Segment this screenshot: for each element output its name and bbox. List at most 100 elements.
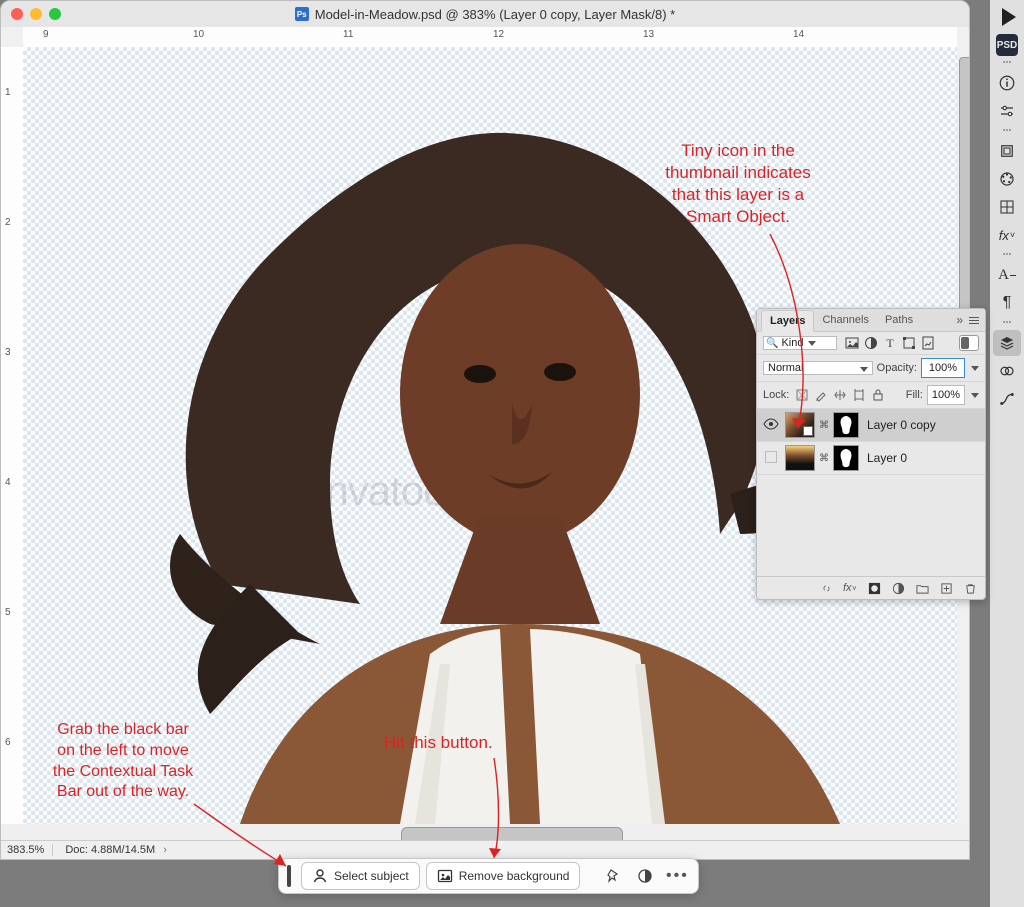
visibility-toggle-icon[interactable] (761, 451, 781, 466)
chevron-down-icon[interactable] (971, 393, 979, 398)
task-bar-drag-handle[interactable] (287, 865, 291, 887)
lock-all-icon[interactable] (871, 388, 885, 402)
visibility-toggle-icon[interactable] (761, 418, 781, 433)
mask-link-icon[interactable]: ⌘ (819, 453, 829, 464)
horizontal-scrollbar[interactable] (1, 824, 969, 841)
libraries-panel-icon[interactable] (993, 138, 1021, 164)
filter-adjustment-icon[interactable] (864, 336, 878, 350)
panel-menu-icon[interactable] (969, 317, 979, 324)
layer-filter-icons: T (845, 336, 935, 350)
ruler-horizontal[interactable]: 9 10 11 12 13 14 (23, 27, 957, 48)
window-close-button[interactable] (11, 8, 23, 20)
search-icon: 🔍 (766, 338, 778, 349)
layer-mask-thumbnail[interactable] (833, 445, 859, 471)
right-panel-dock: PSD fx˅ A ¶ (990, 0, 1024, 907)
blend-mode-select[interactable]: Normal (763, 361, 873, 375)
ruler-tick: 11 (343, 29, 353, 40)
layers-filter-row: 🔍 Kind T (757, 332, 985, 355)
pin-icon[interactable] (600, 863, 626, 889)
delete-layer-icon[interactable] (963, 581, 977, 595)
character-panel-icon[interactable]: A (993, 262, 1021, 288)
add-mask-icon[interactable] (867, 581, 881, 595)
info-panel-icon[interactable] (993, 70, 1021, 96)
panel-collapse-icon[interactable]: » (956, 313, 985, 327)
fx-icon[interactable]: fx˅ (843, 581, 857, 595)
filter-pixel-icon[interactable] (845, 336, 859, 350)
swatches-panel-icon[interactable] (993, 166, 1021, 192)
contrast-icon[interactable] (632, 863, 658, 889)
opacity-label: Opacity: (877, 362, 917, 374)
new-layer-icon[interactable] (939, 581, 953, 595)
tab-channels[interactable]: Channels (814, 310, 876, 330)
filter-toggle[interactable] (959, 335, 979, 351)
annotation-drag-bar: Grab the black bar on the left to move t… (18, 720, 228, 803)
paths-panel-icon[interactable] (993, 386, 1021, 412)
layer-thumbnail[interactable] (785, 412, 815, 438)
layers-panel[interactable]: Layers Channels Paths » 🔍 Kind T Normal … (756, 308, 986, 600)
filter-type-icon[interactable]: T (883, 336, 897, 350)
document-size[interactable]: Doc: 4.88M/14.5M (65, 844, 155, 856)
fill-label: Fill: (906, 389, 923, 401)
window-titlebar[interactable]: Ps Model-in-Meadow.psd @ 383% (Layer 0 c… (1, 1, 969, 27)
layer-kind-filter[interactable]: 🔍 Kind (763, 336, 837, 350)
ruler-tick: 1 (5, 87, 11, 98)
contextual-task-bar[interactable]: Select subject Remove background ••• (278, 858, 699, 894)
annotation-hit-button: Hit this button. (384, 732, 493, 754)
paragraph-panel-icon[interactable]: ¶ (993, 290, 1021, 316)
filter-shape-icon[interactable] (902, 336, 916, 350)
add-adjustment-icon[interactable] (891, 581, 905, 595)
layer-name[interactable]: Layer 0 copy (863, 418, 936, 432)
dock-separator (997, 321, 1017, 325)
chevron-down-icon (860, 367, 868, 372)
styles-panel-icon[interactable]: fx˅ (993, 222, 1021, 248)
fill-value[interactable]: 100% (927, 385, 965, 405)
dock-separator (997, 61, 1017, 65)
new-group-icon[interactable] (915, 581, 929, 595)
document-title: Ps Model-in-Meadow.psd @ 383% (Layer 0 c… (1, 7, 969, 22)
ruler-tick: 14 (793, 29, 804, 40)
document-title-text: Model-in-Meadow.psd @ 383% (Layer 0 copy… (315, 7, 676, 22)
lock-label: Lock: (763, 389, 789, 401)
lock-transparency-icon[interactable] (795, 388, 809, 402)
status-bar: 383.5% Doc: 4.88M/14.5M › (1, 840, 969, 859)
chevron-down-icon (808, 341, 816, 346)
opacity-value[interactable]: 100% (921, 358, 965, 378)
layers-panel-footer: fx˅ (757, 576, 985, 599)
play-icon[interactable] (1002, 8, 1016, 26)
remove-background-button[interactable]: Remove background (426, 862, 581, 890)
more-options-icon[interactable]: ••• (664, 863, 690, 889)
layers-panel-icon[interactable] (993, 330, 1021, 356)
filter-smart-icon[interactable] (921, 336, 935, 350)
link-layers-icon[interactable] (819, 581, 833, 595)
layer-name[interactable]: Layer 0 (863, 451, 907, 465)
ruler-tick: 3 (5, 347, 11, 358)
chevron-down-icon[interactable] (971, 366, 979, 371)
layer-item[interactable]: ⌘ Layer 0 (757, 442, 985, 475)
dock-separator (997, 129, 1017, 133)
psd-file-icon: Ps (295, 7, 309, 21)
status-more-chevron[interactable]: › (163, 844, 167, 856)
tab-paths[interactable]: Paths (877, 310, 921, 330)
layer-list[interactable]: ⌘ Layer 0 copy ⌘ Layer 0 (757, 409, 985, 576)
window-maximize-button[interactable] (49, 8, 61, 20)
mask-link-icon[interactable]: ⌘ (819, 420, 829, 431)
lock-position-icon[interactable] (833, 388, 847, 402)
blend-opacity-row: Normal Opacity: 100% (757, 355, 985, 382)
lock-paint-icon[interactable] (814, 388, 828, 402)
ruler-tick: 6 (5, 737, 11, 748)
select-subject-button[interactable]: Select subject (301, 862, 420, 890)
adjustments-panel-icon[interactable] (993, 98, 1021, 124)
grid-panel-icon[interactable] (993, 194, 1021, 220)
photoshop-app-icon[interactable]: PSD (996, 34, 1018, 56)
window-minimize-button[interactable] (30, 8, 42, 20)
zoom-level[interactable]: 383.5% (7, 844, 53, 856)
layer-mask-thumbnail[interactable] (833, 412, 859, 438)
layer-item[interactable]: ⌘ Layer 0 copy (757, 409, 985, 442)
layer-thumbnail[interactable] (785, 445, 815, 471)
ruler-vertical[interactable]: 1 2 3 4 5 6 (1, 47, 24, 824)
tab-layers[interactable]: Layers (761, 310, 814, 332)
select-subject-label: Select subject (334, 869, 409, 883)
lock-artboard-icon[interactable] (852, 388, 866, 402)
dock-separator (997, 253, 1017, 257)
channels-panel-icon[interactable] (993, 358, 1021, 384)
